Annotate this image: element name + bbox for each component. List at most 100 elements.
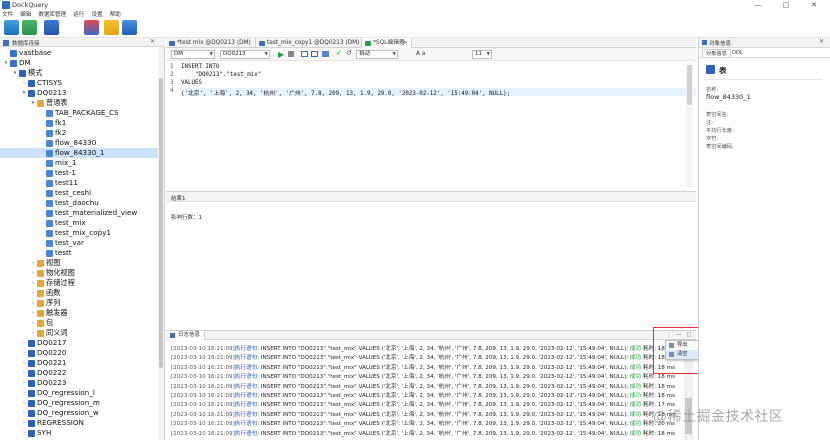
tree-item[interactable]: › 触发器	[0, 308, 158, 318]
tree-item[interactable]: flow_84330	[0, 138, 158, 148]
tree-item[interactable]: testt	[0, 248, 158, 258]
database-icon[interactable]	[22, 20, 37, 35]
tab-test-mix[interactable]: *test mix @DQ0213 (DM)	[166, 38, 256, 48]
tree-item[interactable]: › DQ0217	[0, 338, 158, 348]
expand-right-icon[interactable]: ›	[30, 288, 36, 298]
tree-item[interactable]: fk2	[0, 128, 158, 138]
results-icon[interactable]	[322, 51, 329, 57]
log-action: 执行语句:	[234, 411, 260, 418]
tree-item[interactable]: › 同义词	[0, 328, 158, 338]
tree-item[interactable]: test_materialized_view	[0, 208, 158, 218]
tab-result-1[interactable]: 结果1	[171, 194, 186, 202]
tree-item[interactable]: test_var	[0, 238, 158, 248]
tree-item[interactable]: › REGRESSION	[0, 418, 158, 428]
tree-item[interactable]: › DQ_regression_m	[0, 398, 158, 408]
expand-right-icon[interactable]: ›	[21, 398, 27, 408]
tree-item[interactable]: › CTISYS	[0, 78, 158, 88]
save-icon[interactable]	[122, 20, 137, 35]
expand-right-icon[interactable]: ›	[21, 418, 27, 428]
stop-icon[interactable]	[288, 51, 294, 57]
expand-right-icon[interactable]: ›	[30, 318, 36, 328]
transaction-mode-select[interactable]: 自动 ▼	[356, 50, 398, 59]
expand-right-icon[interactable]: ›	[30, 328, 36, 338]
expand-down-icon[interactable]: ▾	[3, 58, 9, 68]
expand-right-icon[interactable]: ›	[21, 408, 27, 418]
expand-right-icon[interactable]: ›	[21, 378, 27, 388]
transaction-mode-value: 自动	[359, 51, 371, 57]
expand-down-icon[interactable]: ▾	[30, 98, 36, 108]
tree-item[interactable]: test11	[0, 178, 158, 188]
expand-down-icon[interactable]: ▾	[21, 88, 27, 98]
tree-item[interactable]: test_mix	[0, 218, 158, 228]
tree-item[interactable]: › 函数	[0, 288, 158, 298]
tree-scrollbar-thumb[interactable]	[159, 78, 163, 368]
tree-item-label: DQ0222	[37, 368, 67, 377]
font-size-select[interactable]: 11 ▼	[472, 50, 492, 59]
run-icon[interactable]: ▶	[278, 50, 284, 59]
tree-item[interactable]: test_ceshi	[0, 188, 158, 198]
tree-item[interactable]: › DQ0221	[0, 358, 158, 368]
expand-right-icon[interactable]: ›	[21, 368, 27, 378]
tools-icon[interactable]	[84, 20, 99, 35]
tree-item[interactable]: › DQ0220	[0, 348, 158, 358]
tree-item[interactable]: test_daochu	[0, 198, 158, 208]
explain-icon[interactable]	[311, 51, 318, 57]
sql-editor[interactable]: 1 2 3 4 INSERT INTO "DQ0213"."test_mix" …	[166, 61, 696, 191]
tree-item[interactable]: ▾ 普通表	[0, 98, 158, 108]
export-icon[interactable]	[104, 20, 119, 35]
tree-item[interactable]: test_mix_copy1	[0, 228, 158, 238]
tree-item[interactable]: ▾ DQ0213	[0, 88, 158, 98]
new-connection-icon[interactable]	[4, 20, 19, 35]
schema-select[interactable]: DQ0213 ▼	[220, 50, 270, 59]
tree-item[interactable]: fk1	[0, 118, 158, 128]
tree-item[interactable]: test-1	[0, 168, 158, 178]
tree-item[interactable]: › 视图	[0, 258, 158, 268]
tab-close-icon[interactable]: ✕	[404, 38, 408, 48]
minimize-button[interactable]: —	[746, 0, 770, 10]
maximize-button[interactable]: □	[774, 0, 798, 10]
tree-item[interactable]: ▾ DM	[0, 58, 158, 68]
connection-select[interactable]: DM ▼	[171, 50, 215, 59]
tab-sql-editor[interactable]: *SQL编辑器 ✕	[362, 38, 412, 48]
tab-ddl[interactable]: DDL	[729, 49, 746, 57]
tab-log-info[interactable]: 日志信息	[168, 331, 206, 340]
close-window-button[interactable]: ✕	[802, 0, 826, 10]
tree-item[interactable]: › DQ0223	[0, 378, 158, 388]
panel-close-icon[interactable]: ✕	[150, 38, 155, 45]
font-toggle[interactable]: A a	[416, 51, 425, 57]
tree-item[interactable]: › 存储过程	[0, 278, 158, 288]
expand-right-icon[interactable]: ›	[30, 258, 36, 268]
expand-down-icon[interactable]: ▾	[12, 68, 18, 78]
commit-icon[interactable]: ✓	[336, 49, 342, 57]
tree-item[interactable]: ▾ 模式	[0, 68, 158, 78]
expand-right-icon[interactable]: ›	[30, 268, 36, 278]
tree-item[interactable]: mix_1	[0, 158, 158, 168]
tree-item[interactable]: flow_84330_1	[0, 148, 158, 158]
expand-right-icon[interactable]: ›	[21, 338, 27, 348]
tree-item[interactable]: › 物化视图	[0, 268, 158, 278]
sql-editor-icon[interactable]	[44, 20, 59, 35]
expand-right-icon[interactable]: ›	[21, 348, 27, 358]
expand-right-icon[interactable]: ›	[30, 308, 36, 318]
tree-item[interactable]: › 包	[0, 318, 158, 328]
tab-object-info[interactable]: 对象信息	[702, 49, 731, 57]
expand-right-icon[interactable]: ›	[21, 358, 27, 368]
expand-right-icon[interactable]: ›	[30, 298, 36, 308]
tree-item[interactable]: › 序列	[0, 298, 158, 308]
expand-right-icon[interactable]: ›	[30, 278, 36, 288]
expand-right-icon[interactable]: ›	[21, 78, 27, 88]
tree-item[interactable]: › SYH	[0, 428, 158, 438]
rollback-icon[interactable]: ↺	[346, 49, 352, 57]
expand-right-icon[interactable]: ›	[21, 428, 27, 438]
format-icon[interactable]	[301, 51, 308, 57]
expand-right-icon[interactable]: ›	[21, 388, 27, 398]
panel-close-icon[interactable]: ✕	[819, 38, 824, 45]
tree-item[interactable]: TAB_PACKAGE_CS	[0, 108, 158, 118]
tab-test-mix-copy1[interactable]: test_mix_copy1 @DQ0213 (DM)	[256, 38, 362, 48]
tree-item[interactable]: › DQ0222	[0, 368, 158, 378]
tree-item[interactable]: › DQ_regression_l	[0, 388, 158, 398]
editor-scrollbar-thumb[interactable]	[687, 65, 692, 105]
tree-item[interactable]: vastbase	[0, 48, 158, 58]
table-icon	[46, 170, 53, 177]
tree-item[interactable]: › DQ_regression_w	[0, 408, 158, 418]
